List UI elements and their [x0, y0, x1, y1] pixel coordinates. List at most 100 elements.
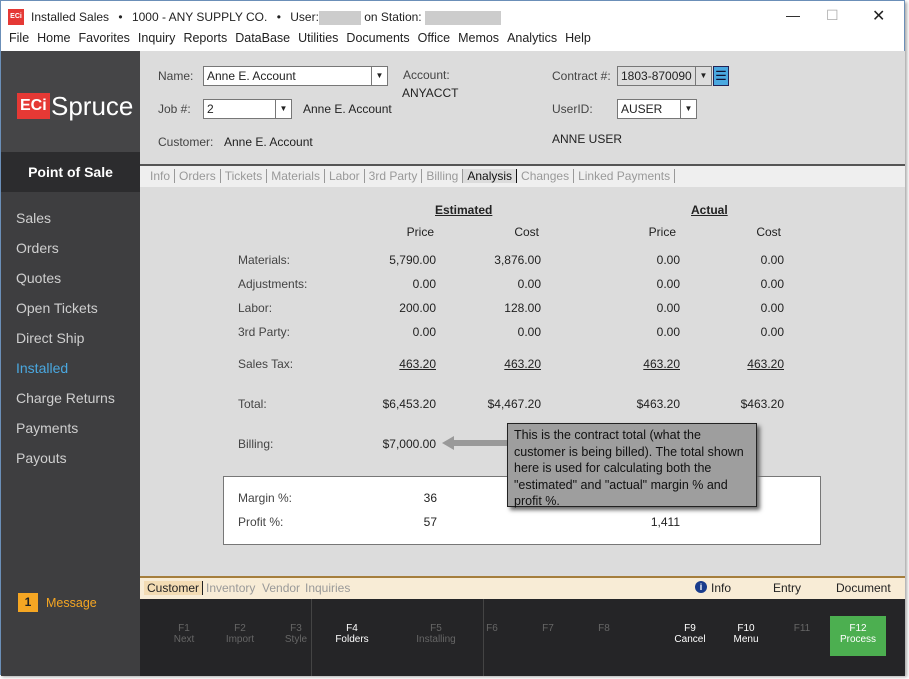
fkey-f6-button[interactable]: F6: [462, 623, 522, 634]
job-combo[interactable]: 2 ▼: [203, 99, 292, 119]
document-link[interactable]: Document: [836, 581, 891, 595]
sidebar-item-open-tickets[interactable]: Open Tickets: [16, 300, 98, 316]
user-name: ANNE USER: [552, 132, 623, 146]
fkey-f4-button[interactable]: F4 Folders: [322, 623, 382, 645]
name-label: Name:: [158, 69, 194, 83]
menu-help[interactable]: Help: [565, 31, 591, 45]
list-menu-icon[interactable]: ☰: [713, 66, 729, 86]
chevron-down-icon[interactable]: ▼: [371, 67, 387, 85]
fkey-f1-button[interactable]: F1 Next: [154, 623, 214, 645]
margin-estimated: 36: [423, 491, 437, 505]
logo-product: Spruce: [51, 91, 134, 121]
act-price-cell: $463.20: [636, 397, 680, 411]
act-price-cell: 0.00: [656, 277, 680, 291]
menu-database[interactable]: DataBase: [235, 31, 290, 45]
sidebar-item-direct-ship[interactable]: Direct Ship: [16, 330, 84, 346]
menu-reports[interactable]: Reports: [183, 31, 227, 45]
bottom-tab-inquiries[interactable]: Inquiries: [305, 581, 350, 595]
menu-inquiry[interactable]: Inquiry: [138, 31, 176, 45]
menu-favorites[interactable]: Favorites: [79, 31, 130, 45]
sidebar-item-quotes[interactable]: Quotes: [16, 270, 61, 286]
act-cost-cell: 0.00: [760, 301, 784, 315]
userid-combo[interactable]: AUSER ▼: [617, 99, 697, 119]
fkey-f2-button[interactable]: F2 Import: [210, 623, 270, 645]
menu-documents[interactable]: Documents: [346, 31, 409, 45]
tab-info[interactable]: Info: [146, 169, 176, 183]
menu-office[interactable]: Office: [418, 31, 450, 45]
act-price-cell: 0.00: [656, 301, 680, 315]
job-value: 2: [207, 102, 214, 116]
fkey-label: Style: [284, 634, 308, 645]
profit-actual: 1,411: [650, 515, 680, 529]
sidebar-item-orders[interactable]: Orders: [16, 240, 59, 256]
est-cost-header: Cost: [514, 225, 539, 239]
fkey-f3-button[interactable]: F3 Style: [266, 623, 326, 645]
sidebar-item-sales[interactable]: Sales: [16, 210, 51, 226]
tab-orders[interactable]: Orders: [175, 169, 221, 183]
title-bar: ECi Installed Sales • 1000 - ANY SUPPLY …: [1, 1, 904, 31]
menu-home[interactable]: Home: [37, 31, 70, 45]
app-window: ECi Installed Sales • 1000 - ANY SUPPLY …: [0, 0, 905, 676]
tab-labor[interactable]: Labor: [324, 169, 365, 183]
fkey-label: Cancel: [674, 634, 706, 645]
tab-tickets[interactable]: Tickets: [220, 169, 268, 183]
fkey-key: F2: [234, 623, 246, 634]
margin-label: Margin %:: [238, 491, 293, 505]
chevron-down-icon[interactable]: ▼: [695, 67, 711, 85]
fkey-f5-button[interactable]: F5 Installing: [406, 623, 466, 645]
bottom-tab-vendor[interactable]: Vendor: [262, 581, 300, 595]
est-cost-cell: 0.00: [517, 325, 541, 339]
fkey-label: Next: [173, 634, 195, 645]
tab-analysis[interactable]: Analysis: [463, 169, 518, 183]
menu-utilities[interactable]: Utilities: [298, 31, 338, 45]
fkey-f11-button[interactable]: F11: [772, 623, 832, 634]
tab-materials[interactable]: Materials: [267, 169, 325, 183]
fkey-label: Process: [839, 634, 877, 645]
chevron-down-icon[interactable]: ▼: [680, 100, 696, 118]
info-link[interactable]: Info: [711, 581, 731, 595]
redacted-station: [424, 10, 501, 25]
entry-link[interactable]: Entry: [773, 581, 801, 595]
tab-billing[interactable]: Billing: [422, 169, 464, 183]
sidebar-item-charge-returns[interactable]: Charge Returns: [16, 390, 115, 406]
chevron-down-icon[interactable]: ▼: [275, 100, 291, 118]
maximize-button[interactable]: ☐: [826, 7, 839, 24]
sidebar: ECi Spruce Point of Sale Sales Orders Qu…: [1, 51, 140, 676]
message-link[interactable]: Message: [46, 596, 97, 610]
act-cost-header: Cost: [756, 225, 781, 239]
contract-combo[interactable]: 1803-870090 ▼: [617, 66, 712, 86]
fkey-f10-button[interactable]: F10 Menu: [716, 623, 776, 645]
tab-3rd-party[interactable]: 3rd Party: [364, 169, 423, 183]
bottom-tab-inventory[interactable]: Inventory: [206, 581, 255, 595]
account-value: ANYACCT: [402, 86, 459, 100]
separator: •: [118, 10, 123, 24]
close-button[interactable]: ✕: [872, 6, 885, 26]
window-title: Installed Sales: [31, 10, 110, 24]
row-label: Total:: [238, 397, 267, 411]
fkey-key: F7: [542, 623, 554, 634]
fkey-key: F6: [486, 623, 498, 634]
fkey-f8-button[interactable]: F8: [574, 623, 634, 634]
bottom-tab-customer[interactable]: Customer: [144, 581, 204, 595]
name-combo[interactable]: Anne E. Account ▼: [203, 66, 388, 86]
minimize-button[interactable]: —: [786, 7, 800, 23]
act-cost-cell: 0.00: [760, 325, 784, 339]
arrow-left-icon: [442, 436, 508, 450]
fkey-f12-button[interactable]: F12 Process: [828, 623, 888, 645]
menu-analytics[interactable]: Analytics: [507, 31, 557, 45]
tab-strip: Info Orders Tickets Materials Labor 3rd Party…: [140, 164, 905, 187]
fkey-f7-button[interactable]: F7: [518, 623, 578, 634]
row-label: Labor:: [238, 301, 273, 315]
menu-memos[interactable]: Memos: [458, 31, 499, 45]
sidebar-item-payments[interactable]: Payments: [16, 420, 78, 436]
fkey-f9-button[interactable]: F9 Cancel: [660, 623, 720, 645]
station-label: on Station:: [364, 10, 422, 24]
sidebar-item-installed[interactable]: Installed: [16, 360, 68, 376]
tab-changes[interactable]: Changes: [517, 169, 575, 183]
tab-linked-payments[interactable]: Linked Payments: [574, 169, 676, 183]
message-badge[interactable]: 1: [18, 593, 38, 612]
menu-file[interactable]: File: [9, 31, 29, 45]
sidebar-item-payouts[interactable]: Payouts: [16, 450, 67, 466]
fkey-key: F4: [346, 623, 358, 634]
job-label: Job #:: [158, 102, 191, 116]
